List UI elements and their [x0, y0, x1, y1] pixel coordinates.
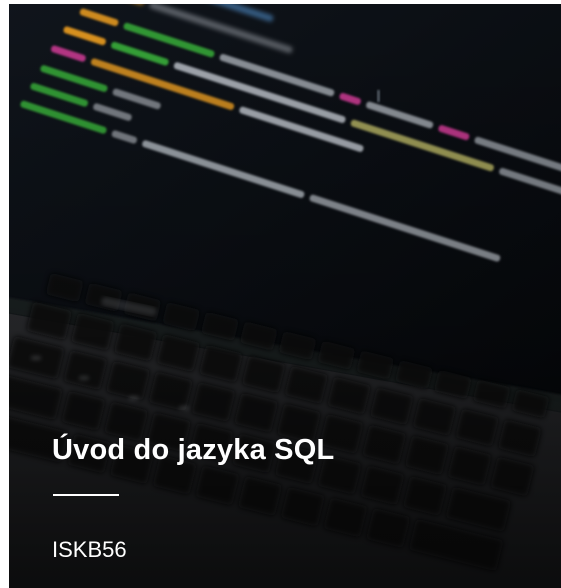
course-code: ISKB56 — [52, 537, 127, 562]
course-card[interactable]: Úvod do jazyka SQL ISKB56 — [9, 4, 561, 588]
title-divider — [53, 494, 119, 496]
course-title[interactable]: Úvod do jazyka SQL — [52, 432, 334, 468]
image-dark-overlay — [9, 4, 561, 588]
